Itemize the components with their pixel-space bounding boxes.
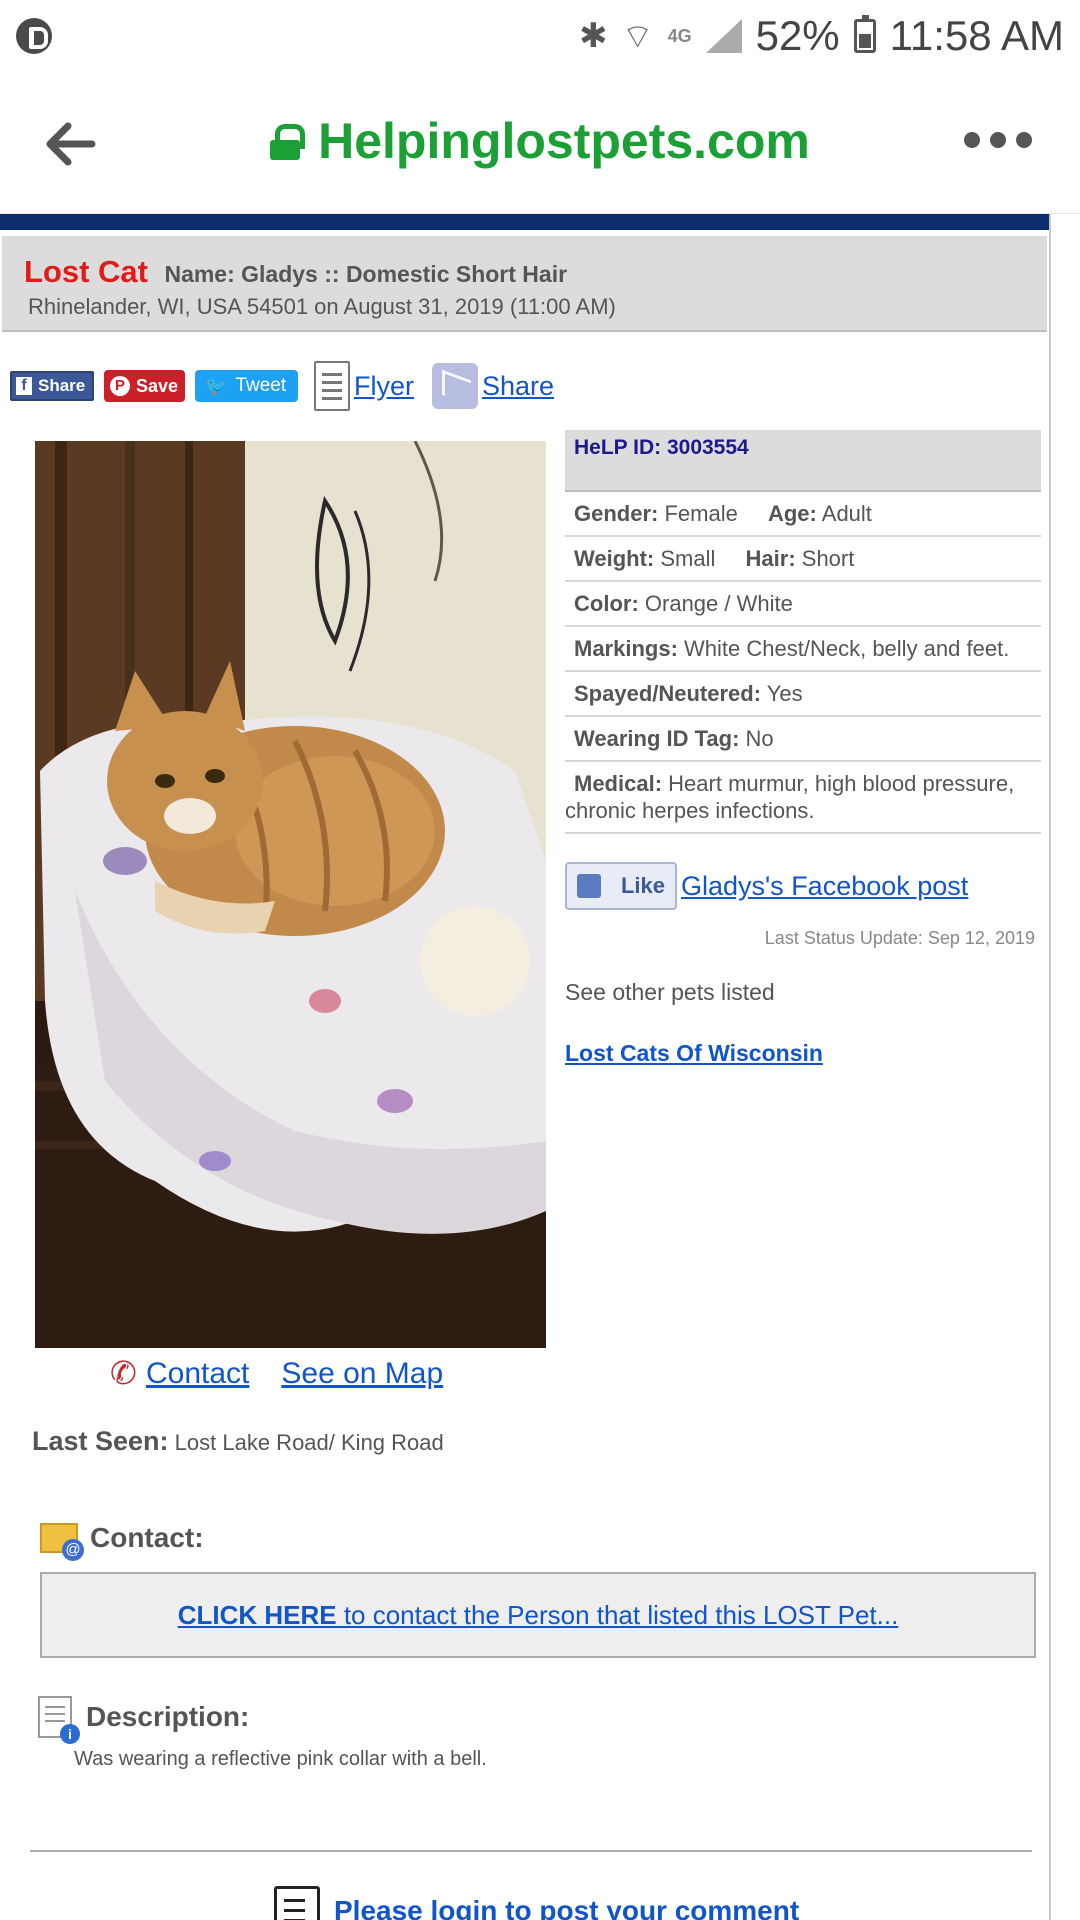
bluetooth-icon: ✱ [579, 16, 608, 56]
pet-details-panel: HeLP ID: 3003554 Gender: Female Age: Adu… [565, 430, 1041, 1067]
medical-label: Medical: [574, 771, 663, 796]
pet-photo[interactable] [35, 441, 546, 1348]
facebook-post-link[interactable]: Gladys's Facebook post [681, 871, 968, 902]
listing-title-box: Lost Cat Name: Gladys :: Domestic Short … [2, 236, 1047, 332]
spayed-value: Yes [766, 681, 803, 706]
weight-label: Weight: [574, 546, 655, 571]
document-info-icon [38, 1696, 80, 1744]
contact-link[interactable]: Contact [146, 1357, 249, 1391]
contact-owner-box[interactable]: CLICK HERE to contact the Person that li… [40, 1572, 1036, 1658]
spayed-label: Spayed/Neutered: [574, 681, 762, 706]
status-icons: ✱ ⌔ 4G 52% 11:58 AM [579, 10, 1064, 62]
last-seen-value: Lost Lake Road/ King Road [174, 1430, 444, 1455]
contact-label: Contact: [90, 1522, 204, 1553]
lost-cats-wisconsin-link[interactable]: Lost Cats Of Wisconsin [565, 1040, 823, 1067]
lock-icon [270, 124, 306, 160]
email-icon [40, 1523, 84, 1561]
thumbs-up-icon [577, 874, 601, 898]
markings-label: Markings: [574, 636, 678, 661]
status-bar: ✱ ⌔ 4G 52% 11:58 AM [0, 0, 1080, 72]
id-tag-row: Wearing ID Tag: No [565, 717, 1041, 762]
color-row: Color: Orange / White [565, 582, 1041, 627]
spayed-row: Spayed/Neutered: Yes [565, 672, 1041, 717]
contact-owner-text[interactable]: to contact the Person that listed this L… [337, 1600, 899, 1630]
color-label: Color: [574, 591, 639, 616]
share-link[interactable]: Share [482, 371, 554, 402]
twitter-bird-icon: 🐦 [205, 375, 228, 396]
markings-row: Markings: White Chest/Neck, belly and fe… [565, 627, 1041, 672]
battery-icon [853, 15, 876, 53]
description-text: Was wearing a reflective pink collar wit… [74, 1748, 487, 1770]
url-text: Helpinglostpets.com [318, 113, 810, 169]
help-id-box: HeLP ID: 3003554 [565, 430, 1041, 492]
markings-value: White Chest/Neck, belly and feet. [684, 636, 1010, 661]
facebook-like-button[interactable]: Like [565, 862, 677, 910]
help-id: HeLP ID: 3003554 [574, 436, 749, 459]
click-here-link[interactable]: CLICK HERE [178, 1600, 337, 1630]
signal-icon [705, 19, 742, 53]
gender-age-row: Gender: Female Age: Adult [565, 492, 1041, 537]
more-menu-icon[interactable] [964, 132, 1032, 148]
weight-hair-row: Weight: Small Hair: Short [565, 537, 1041, 582]
clock: 11:58 AM [889, 12, 1064, 59]
description-heading: Description: [38, 1696, 250, 1744]
phone-icon: ✆ [110, 1354, 137, 1392]
pinterest-save-button[interactable]: P Save [104, 370, 185, 402]
medical-row: Medical: Heart murmur, high blood pressu… [565, 762, 1041, 834]
flyer-icon[interactable] [314, 361, 350, 411]
header-strip [0, 214, 1049, 230]
gender-value: Female [664, 501, 738, 526]
description-label: Description: [86, 1701, 250, 1732]
login-to-comment-link[interactable]: Please login to post your comment [334, 1895, 799, 1920]
pinterest-icon: P [110, 376, 130, 396]
hair-label: Hair: [745, 546, 796, 571]
section-divider [30, 1850, 1032, 1852]
wifi-icon: ⌔ [621, 16, 654, 57]
id-tag-label: Wearing ID Tag: [574, 726, 740, 751]
photo-actions: ✆ Contact See on Map [110, 1354, 443, 1394]
gender-label: Gender: [574, 501, 659, 526]
tweet-label: Tweet [235, 375, 287, 396]
twitter-tweet-button[interactable]: 🐦 Tweet [195, 370, 298, 402]
color-value: Orange / White [644, 591, 793, 616]
share-toolbar: f Share P Save 🐦 Tweet Flyer Share [10, 356, 554, 416]
page-content: Lost Cat Name: Gladys :: Domestic Short … [0, 214, 1051, 1920]
comment-login-row: Please login to post your comment [274, 1886, 799, 1920]
pinterest-save-label: Save [136, 375, 179, 396]
pet-name-line: Name: Gladys :: Domestic Short Hair [164, 261, 568, 287]
last-seen-label: Last Seen: [32, 1426, 169, 1456]
notification-app-icon [16, 18, 52, 54]
network-type: 4G [667, 25, 692, 46]
hair-value: Short [801, 546, 855, 571]
share-icon[interactable] [432, 363, 478, 409]
facebook-icon: f [16, 377, 32, 395]
age-label: Age: [767, 501, 817, 526]
contact-heading: Contact: [40, 1522, 204, 1561]
address-bar[interactable]: Helpinglostpets.com [0, 112, 1080, 170]
browser-toolbar: Helpinglostpets.com [0, 72, 1080, 214]
weight-value: Small [660, 546, 716, 571]
battery-percent: 52% [755, 12, 840, 59]
facebook-share-button[interactable]: f Share [10, 371, 94, 401]
facebook-share-label: Share [38, 376, 86, 395]
age-value: Adult [821, 501, 872, 526]
like-label: Like [620, 873, 665, 898]
last-seen: Last Seen: Lost Lake Road/ King Road [32, 1426, 444, 1457]
see-on-map-link[interactable]: See on Map [281, 1357, 443, 1391]
listing-status: Lost Cat [24, 254, 148, 289]
facebook-like-row: Like Gladys's Facebook post [565, 862, 1041, 910]
id-tag-value: No [745, 726, 774, 751]
comment-edit-icon [274, 1886, 320, 1920]
see-other-pets-text: See other pets listed [565, 979, 775, 1005]
flyer-link[interactable]: Flyer [354, 371, 414, 402]
location-line: Rhinelander, WI, USA 54501 on August 31,… [28, 294, 616, 319]
last-status-update: Last Status Update: Sep 12, 2019 [764, 928, 1035, 948]
